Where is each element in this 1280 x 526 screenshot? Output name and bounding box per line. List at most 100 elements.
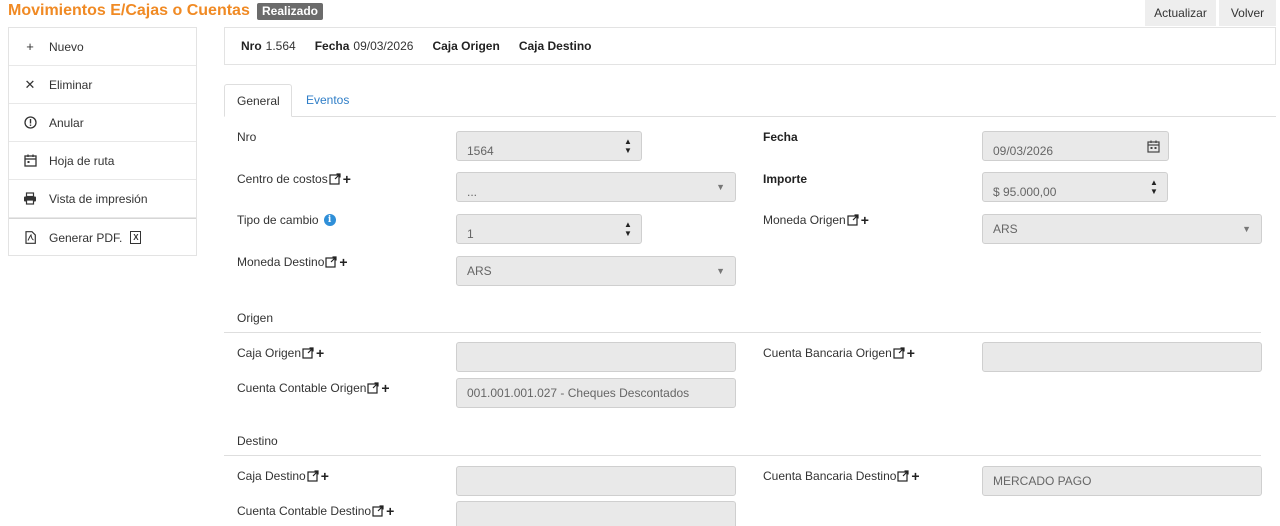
sidebar-item-label: Vista de impresión [49,191,148,206]
actualizar-button[interactable]: Actualizar [1145,0,1216,26]
nro-stepper[interactable]: 1564 ▲ ▼ [456,131,642,161]
sidebar-item-anular[interactable]: Anular [9,104,196,142]
page-title: Movimientos E/Cajas o Cuentas [8,2,250,19]
sidebar-item-label: Hoja de ruta [49,153,115,168]
external-link-icon[interactable] [893,347,905,359]
add-plus-icon[interactable]: + [316,346,324,360]
sidebar-item-nuevo[interactable]: + Nuevo [9,28,196,66]
nro-value: 1.564 [265,39,296,53]
external-link-icon[interactable] [302,347,314,359]
destino-section-title: Destino [237,434,278,448]
spinner-arrows-icon[interactable]: ▲ ▼ [1147,178,1161,196]
external-link-icon[interactable] [329,173,341,185]
sidebar-item-label: Generar PDF. [49,230,123,245]
cuenta-bancaria-origen-input[interactable] [982,342,1262,372]
cuenta-contable-origen-label: Cuenta Contable Origen + [237,380,390,396]
sidebar-item-eliminar[interactable]: ✕ Eliminar [9,66,196,104]
pdf-file-icon [23,231,37,245]
centro-costos-value: ... [467,185,478,199]
tipo-cambio-label: Tipo de cambio i [237,213,336,227]
sidebar-item-label: Anular [49,115,84,130]
sidebar-item-hoja-de-ruta[interactable]: Hoja de ruta [9,142,196,180]
fecha-value: 09/03/2026 [993,144,1054,158]
moneda-origen-select[interactable]: ARS ▼ [982,214,1262,244]
centro-costos-select[interactable]: ... ▼ [456,172,736,202]
importe-stepper[interactable]: $ 95.000,00 ▲ ▼ [982,172,1168,202]
importe-label: Importe [763,172,808,186]
caja-destino-label: Caja Destino + [237,468,329,484]
add-plus-icon[interactable]: + [343,172,351,186]
excel-file-icon[interactable]: X [130,231,142,244]
cuenta-bancaria-destino-input[interactable]: MERCADO PAGO [982,466,1262,496]
cuenta-bancaria-destino-label: Cuenta Bancaria Destino + [763,468,920,484]
moneda-destino-select[interactable]: ARS ▼ [456,256,736,286]
chevron-down-icon: ▼ [716,266,725,276]
moneda-destino-label: Moneda Destino + [237,254,348,270]
sidebar-item-label: Nuevo [49,39,84,54]
add-plus-icon[interactable]: + [339,255,347,269]
importe-value: $ 95.000,00 [993,185,1057,199]
cuenta-contable-origen-input[interactable]: 001.001.001.027 - Cheques Descontados [456,378,736,408]
add-plus-icon[interactable]: + [321,469,329,483]
add-plus-icon[interactable]: + [907,346,915,360]
origen-section-title: Origen [237,311,274,325]
sidebar-item-label: Eliminar [49,77,93,92]
caja-destino-input[interactable] [456,466,736,496]
printer-icon [23,192,37,206]
chevron-down-icon: ▼ [716,182,725,192]
tipo-cambio-stepper[interactable]: 1 ▲ ▼ [456,214,642,244]
cuenta-contable-origen-value: 001.001.001.027 - Cheques Descontados [467,386,690,400]
caja-origen-input[interactable] [456,342,736,372]
chevron-down-icon: ▼ [1242,224,1251,234]
fecha-date-input[interactable]: 09/03/2026 [982,131,1169,161]
moneda-destino-value: ARS [467,264,492,278]
cuenta-bancaria-destino-value: MERCADO PAGO [993,474,1092,488]
add-plus-icon[interactable]: + [381,381,389,395]
record-summary: Nro 1.564 Fecha 09/03/2026 Caja Origen C… [224,27,1276,65]
caja-destino-key: Caja Destino [518,39,592,53]
alert-circle-icon [23,116,37,130]
centro-costos-label: Centro de costos + [237,171,351,187]
fecha-label: Fecha [763,130,798,144]
moneda-origen-label: Moneda Origen + [763,212,869,228]
divider [224,332,1261,333]
info-icon[interactable]: i [323,214,336,226]
calendar-icon[interactable] [1147,140,1160,153]
nro-label: Nro [237,130,257,144]
spinner-arrows-icon[interactable]: ▲ ▼ [621,220,635,238]
external-link-icon[interactable] [897,470,910,482]
caja-origen-key: Caja Origen [432,39,500,53]
tab-eventos[interactable]: Eventos [294,84,361,117]
tab-bar: General Eventos [224,84,1276,117]
external-link-icon[interactable] [847,214,859,226]
spinner-arrows-icon[interactable]: ▲ ▼ [621,137,635,155]
caja-origen-label: Caja Origen + [237,345,325,361]
volver-button[interactable]: Volver [1219,0,1276,26]
moneda-origen-value: ARS [993,222,1018,236]
external-link-icon[interactable] [325,256,337,268]
nro-key: Nro [241,39,262,53]
top-bar: Movimientos E/Cajas o Cuentas Realizado … [0,0,1280,26]
divider [224,455,1261,456]
add-plus-icon[interactable]: + [911,469,919,483]
sidebar-item-generar-pdf[interactable]: Generar PDF. X [9,218,196,256]
plus-icon: + [26,39,34,54]
tipo-cambio-value: 1 [467,227,474,241]
tab-general[interactable]: General [224,84,292,117]
fecha-key: Fecha [314,39,350,53]
sidebar-item-vista-impresion[interactable]: Vista de impresión [9,180,196,218]
external-link-icon[interactable] [372,505,384,517]
fecha-value: 09/03/2026 [353,39,414,53]
add-plus-icon[interactable]: + [386,504,394,518]
add-plus-icon[interactable]: + [861,213,869,227]
nro-value: 1564 [467,144,494,158]
x-icon: ✕ [24,76,36,92]
status-badge: Realizado [257,3,324,20]
external-link-icon[interactable] [367,382,380,394]
external-link-icon[interactable] [307,470,319,482]
calendar-icon [23,154,37,168]
cuenta-bancaria-origen-label: Cuenta Bancaria Origen + [763,345,915,361]
actions-sidebar: + Nuevo ✕ Eliminar Anular Hoja de ruta V… [8,27,197,256]
cuenta-contable-destino-label: Cuenta Contable Destino + [237,503,395,519]
cuenta-contable-destino-input[interactable] [456,501,736,526]
